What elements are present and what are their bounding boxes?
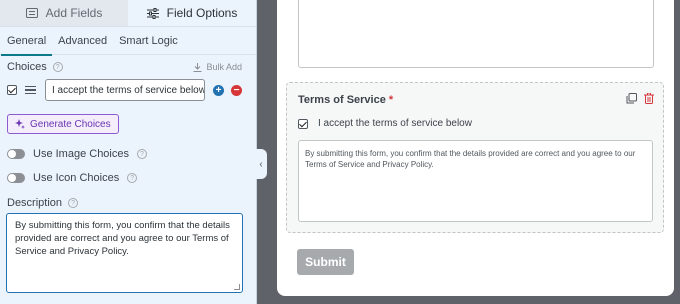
previous-field-textarea[interactable]: [298, 0, 654, 68]
trash-icon[interactable]: [644, 93, 654, 104]
terms-checkbox-row: I accept the terms of service below: [298, 118, 472, 129]
choice-row: I accept the terms of service below + −: [7, 79, 242, 101]
form-preview: Terms of Service * I accept the terms of …: [277, 0, 674, 296]
help-icon[interactable]: ?: [52, 62, 63, 72]
description-text: By submitting this form, you confirm tha…: [15, 220, 230, 257]
terms-checkbox-label: I accept the terms of service below: [318, 118, 472, 129]
field-title: Terms of Service *: [298, 94, 393, 106]
terms-text: By submitting this form, you confirm tha…: [305, 149, 636, 169]
generate-choices-button[interactable]: Generate Choices: [7, 114, 119, 134]
options-subtabs: General Advanced Smart Logic: [0, 27, 256, 56]
panel-tabs: Add Fields Field Options: [0, 0, 256, 27]
use-icon-choices-row: Use Icon Choices ?: [7, 172, 138, 184]
required-mark: *: [388, 94, 394, 106]
choice-value-input[interactable]: I accept the terms of service below: [45, 79, 205, 101]
resize-handle[interactable]: [234, 284, 240, 290]
terms-text-box: By submitting this form, you confirm tha…: [298, 140, 653, 222]
help-icon[interactable]: ?: [68, 198, 79, 208]
description-textarea[interactable]: By submitting this form, you confirm tha…: [6, 213, 243, 293]
generate-choices-label: Generate Choices: [30, 118, 111, 130]
use-image-choices-label: Use Image Choices: [33, 148, 129, 160]
drag-handle-icon[interactable]: [25, 85, 36, 95]
collapse-panel-button[interactable]: ‹: [255, 149, 267, 179]
field-options-panel: Add Fields Field Options General Advance…: [0, 0, 257, 304]
choice-default-checkbox[interactable]: [7, 85, 17, 95]
sliders-icon: [146, 7, 159, 19]
chevron-left-icon: ‹: [259, 158, 263, 170]
use-image-choices-row: Use Image Choices ?: [7, 148, 147, 160]
field-title-text: Terms of Service: [298, 94, 386, 106]
list-icon: [25, 8, 38, 18]
help-icon[interactable]: ?: [127, 173, 138, 183]
choices-label-row: Choices ?: [7, 61, 63, 73]
help-icon[interactable]: ?: [137, 149, 147, 159]
bulk-add-label: Bulk Add: [206, 62, 242, 72]
terms-checkbox[interactable]: [298, 118, 308, 129]
tab-field-options-label: Field Options: [166, 6, 238, 20]
download-icon: [193, 62, 202, 72]
sparkle-icon: [15, 119, 25, 129]
bulk-add-link[interactable]: Bulk Add: [193, 62, 242, 72]
tab-field-options[interactable]: Field Options: [128, 0, 256, 26]
choices-label: Choices: [7, 61, 47, 73]
description-label: Description: [7, 197, 63, 209]
description-label-row: Description ?: [7, 197, 79, 209]
terms-of-service-field[interactable]: Terms of Service * I accept the terms of …: [286, 82, 664, 233]
subtab-smart-logic[interactable]: Smart Logic: [119, 27, 178, 55]
subtab-advanced[interactable]: Advanced: [58, 27, 107, 55]
minus-icon[interactable]: −: [231, 84, 242, 96]
tab-add-fields-label: Add Fields: [45, 6, 103, 20]
tab-add-fields[interactable]: Add Fields: [0, 0, 128, 26]
field-actions: [626, 93, 654, 104]
duplicate-icon[interactable]: [626, 93, 637, 104]
use-icon-choices-toggle[interactable]: [7, 173, 25, 183]
use-icon-choices-label: Use Icon Choices: [33, 172, 120, 184]
plus-icon[interactable]: +: [213, 84, 224, 96]
use-image-choices-toggle[interactable]: [7, 149, 25, 159]
subtab-general[interactable]: General: [0, 27, 53, 56]
submit-button[interactable]: Submit: [297, 249, 354, 275]
